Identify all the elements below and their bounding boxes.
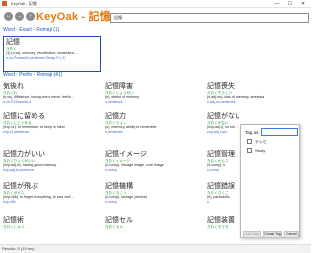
- title-bar: KeyOak - 記憶 — ☐ ✕: [0, 0, 311, 8]
- result-tags: n,comp: [207, 167, 219, 172]
- tag-popup: Tag as: テレビ Study Add Tags Create Tag Ca…: [240, 124, 300, 238]
- result-kana: きおくセル: [105, 225, 123, 229]
- close-button[interactable]: ✕: [297, 0, 309, 8]
- forward-icon[interactable]: ›: [26, 12, 35, 21]
- cancel-button[interactable]: Cancel: [284, 231, 299, 238]
- result-card[interactable]: 記憶力がいい きおくりょくがいい (exp,adj-ix), having go…: [3, 150, 100, 176]
- result-kanji: 記憶喪失: [207, 83, 235, 90]
- app-icon: [2, 1, 7, 6]
- app-logo: KeyOak - 記憶: [36, 11, 111, 23]
- back-button[interactable]: ←: [4, 12, 13, 21]
- result-kana: きおくじゅつ: [3, 225, 25, 229]
- add-tags-button[interactable]: Add Tags: [243, 231, 261, 238]
- window-title: KeyOak - 記憶: [11, 1, 37, 6]
- result-kanji: 記憶セル: [105, 217, 133, 224]
- prefix-section-header[interactable]: Word - Prefix - Romaji (41): [3, 72, 62, 79]
- result-tags: n,sentence: [105, 99, 123, 104]
- tag-input[interactable]: [261, 128, 298, 136]
- result-kanji: 記憶: [6, 39, 20, 46]
- result-card[interactable]: 記憶セル きおくセル: [105, 216, 202, 242]
- result-tags: n,vs,P,news04,sentence,Study,テレビ: [6, 55, 67, 60]
- result-tags: exp,adj-ix,sentence: [3, 167, 34, 172]
- exact-result-card[interactable]: 記憶 きおく (1) (n,vs), memory, recollection,…: [3, 36, 101, 72]
- result-kanji: 記憶錯誤: [207, 183, 235, 190]
- result-card[interactable]: 記憶管理 きおくかんり (n,comp), s n,comp: [207, 150, 240, 176]
- result-tags: exp,v5b: [3, 199, 16, 204]
- result-kanji: 記憶イメージ: [105, 151, 147, 158]
- tag-option-label: テレビ: [255, 139, 267, 144]
- result-tags: n,comp: [105, 167, 117, 172]
- status-bar: Results: 5 (19 ms): [0, 244, 311, 253]
- result-card[interactable]: 記憶装置 きおくそうち: [207, 216, 240, 242]
- result-kanji: 記憶力がいい: [3, 151, 45, 158]
- result-kanji: 記憶術: [3, 217, 24, 224]
- result-card[interactable]: 記憶に留める きおくにとどめる (exp,v1), to remember, t…: [3, 112, 100, 138]
- result-kanji: 記憶管理: [207, 151, 235, 158]
- result-card[interactable]: 記憶機構 きおくきこう (n,comp), storage (device) n…: [105, 182, 202, 208]
- result-gloss: (exp,adj-i), no memory: [207, 125, 240, 129]
- result-tags: n,sentence: [105, 129, 123, 134]
- result-tags: n,comp: [105, 199, 117, 204]
- exact-section-header[interactable]: Word - Exact - Romaji (1): [3, 27, 59, 34]
- result-card[interactable]: 記憶が飛ぶ きおくがとぶ (exp,v5b), to forget everyt…: [3, 182, 100, 208]
- minimize-button[interactable]: —: [271, 0, 283, 8]
- result-kanji: 気後れ: [3, 83, 24, 90]
- result-tags: n: [207, 199, 209, 204]
- result-kanji: 記憶力: [105, 113, 126, 120]
- result-card[interactable]: 記憶術 きおくじゅつ: [3, 216, 100, 242]
- result-card[interactable]: 記憶喪失 きおくそうしつ (n,adj-no), loss of memory,…: [207, 82, 304, 108]
- status-text: Results: 5 (19 ms): [2, 246, 35, 251]
- result-card[interactable]: 記憶がない きおくがない (exp,adj-i), no memory exp,…: [207, 112, 240, 138]
- search-input[interactable]: [110, 13, 309, 23]
- checkbox[interactable]: [247, 148, 252, 153]
- result-kanji: 記憶装置: [207, 217, 235, 224]
- result-tags: n,vs,P,ZZnews4,4: [3, 99, 32, 104]
- result-card[interactable]: 記憶イメージ きおくイメージ (n,comp), storage image, …: [105, 150, 202, 176]
- toolbar: ← → › KeyOak - 記憶: [0, 8, 311, 26]
- result-kanji: 記憶が飛ぶ: [3, 183, 38, 190]
- result-kana: きおくそうち: [207, 225, 229, 229]
- result-tags: exp,v1,sentence: [3, 129, 30, 134]
- app-window: KeyOak - 記憶 — ☐ ✕ ← → › KeyOak - 記憶 Word…: [0, 0, 311, 253]
- result-tags: n,adj-no,sentence: [207, 99, 236, 104]
- result-card[interactable]: 気後れ きおくれ (n,vs), diffidence, losing one'…: [3, 82, 100, 108]
- result-kanji: 記憶機構: [105, 183, 133, 190]
- result-card[interactable]: 記憶錯誤 きおくさくご (n), paramnes n: [207, 182, 240, 208]
- forward-button[interactable]: →: [15, 12, 24, 21]
- result-tags: exp,adj-i,sen: [207, 129, 228, 134]
- create-tag-button[interactable]: Create Tag: [263, 231, 282, 238]
- tag-option-label: Study: [255, 148, 266, 153]
- result-kanji: 記憶障害: [105, 83, 133, 90]
- result-card[interactable]: 記憶力 きおくりょく (n), memory, ability to remem…: [105, 112, 202, 138]
- tag-as-label: Tag as:: [245, 130, 260, 135]
- checkbox[interactable]: [247, 139, 252, 144]
- result-card[interactable]: 記憶障害 きおくしょうがい (n), defect of memory n,se…: [105, 82, 202, 108]
- result-kanji: 記憶がない: [207, 113, 240, 120]
- maximize-button[interactable]: ☐: [284, 0, 296, 8]
- result-kanji: 記憶に留める: [3, 113, 45, 120]
